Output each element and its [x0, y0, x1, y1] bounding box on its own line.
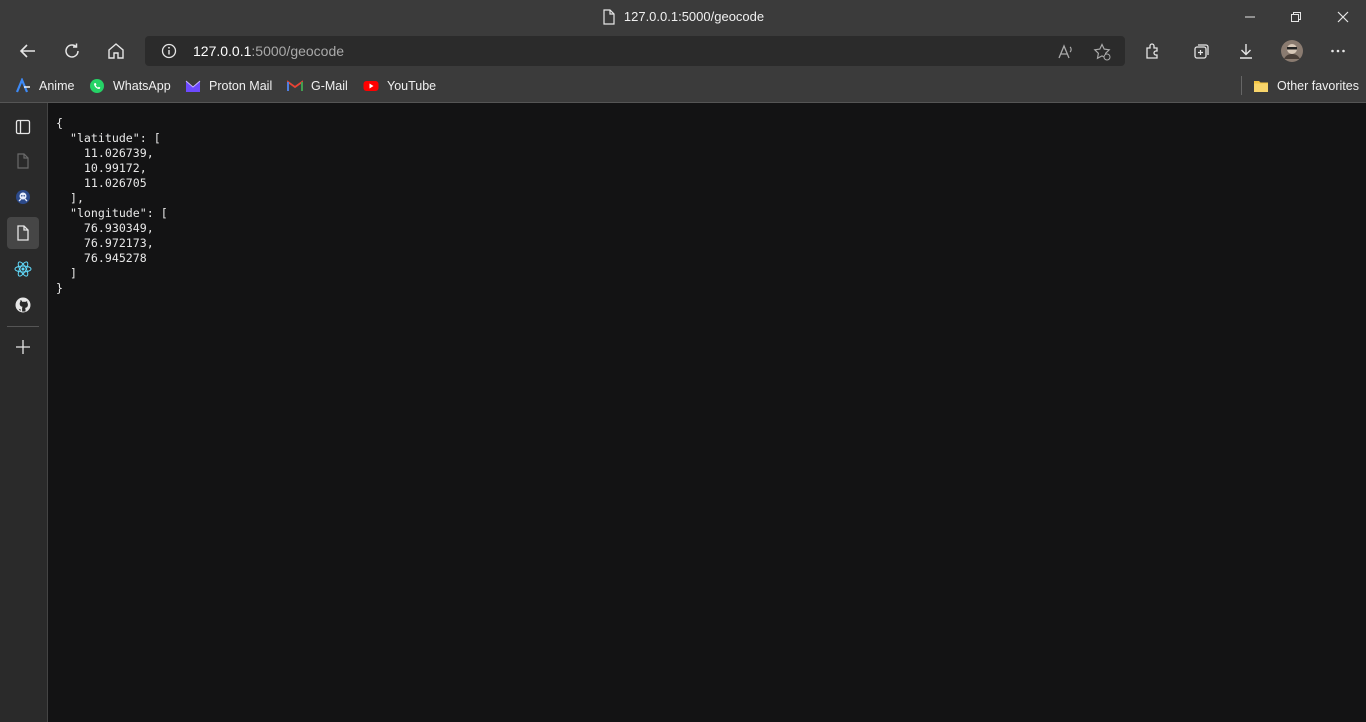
favorites-divider [1241, 76, 1242, 95]
whatsapp-icon [89, 78, 105, 94]
bookmark-youtube[interactable]: YouTube [363, 69, 436, 102]
home-button[interactable] [100, 35, 132, 67]
url-host: 127.0.0.1 [193, 43, 252, 59]
bookmark-anime[interactable]: Anime [15, 69, 74, 102]
bookmark-proton-mail[interactable]: Proton Mail [185, 69, 272, 102]
url-path: :5000/geocode [251, 43, 345, 59]
site-info-icon[interactable] [161, 43, 177, 64]
profile-avatar[interactable] [1276, 35, 1308, 67]
gmail-icon [287, 78, 303, 94]
read-aloud-icon[interactable] [1055, 41, 1077, 63]
title-bar: 127.0.0.1:5000/geocode [0, 0, 1366, 33]
url-text[interactable]: 127.0.0.1:5000/geocode [193, 36, 344, 66]
page-icon-active[interactable] [7, 217, 39, 249]
settings-more-button[interactable] [1322, 35, 1354, 67]
vertical-sidebar [0, 103, 48, 722]
github-icon[interactable] [7, 289, 39, 321]
refresh-button[interactable] [56, 35, 88, 67]
address-bar[interactable]: 127.0.0.1:5000/geocode [145, 36, 1125, 66]
navigation-bar: 127.0.0.1:5000/geocode [0, 33, 1366, 69]
extensions-button[interactable] [1137, 35, 1169, 67]
react-icon[interactable] [7, 253, 39, 285]
window-title: 127.0.0.1:5000/geocode [0, 0, 1366, 33]
tab-actions-icon[interactable] [7, 111, 39, 143]
anime-icon [15, 77, 31, 94]
page-content: { "latitude": [ 11.026739, 10.99172, 11.… [48, 103, 1366, 722]
favorites-bar: Anime WhatsApp Proton Mail G-Mail YouTub… [0, 69, 1366, 103]
back-button[interactable] [12, 35, 44, 67]
extension-icon[interactable] [7, 181, 39, 213]
favorite-star-icon[interactable] [1091, 41, 1113, 63]
close-button[interactable] [1320, 0, 1366, 33]
folder-icon [1253, 78, 1269, 94]
downloads-button[interactable] [1230, 35, 1262, 67]
bookmark-whatsapp[interactable]: WhatsApp [89, 69, 171, 102]
sidebar-divider [7, 326, 39, 327]
page-icon[interactable] [7, 145, 39, 177]
minimize-button[interactable] [1227, 0, 1273, 33]
json-response: { "latitude": [ 11.026739, 10.99172, 11.… [56, 116, 168, 295]
proton-mail-icon [185, 78, 201, 94]
bookmark-gmail[interactable]: G-Mail [287, 69, 348, 102]
page-icon [602, 8, 616, 25]
collections-button[interactable] [1186, 35, 1218, 67]
window-title-text: 127.0.0.1:5000/geocode [623, 9, 765, 24]
restore-button[interactable] [1273, 0, 1319, 33]
other-favorites[interactable]: Other favorites [1253, 69, 1359, 102]
add-icon[interactable] [7, 331, 39, 363]
youtube-icon [363, 78, 379, 94]
